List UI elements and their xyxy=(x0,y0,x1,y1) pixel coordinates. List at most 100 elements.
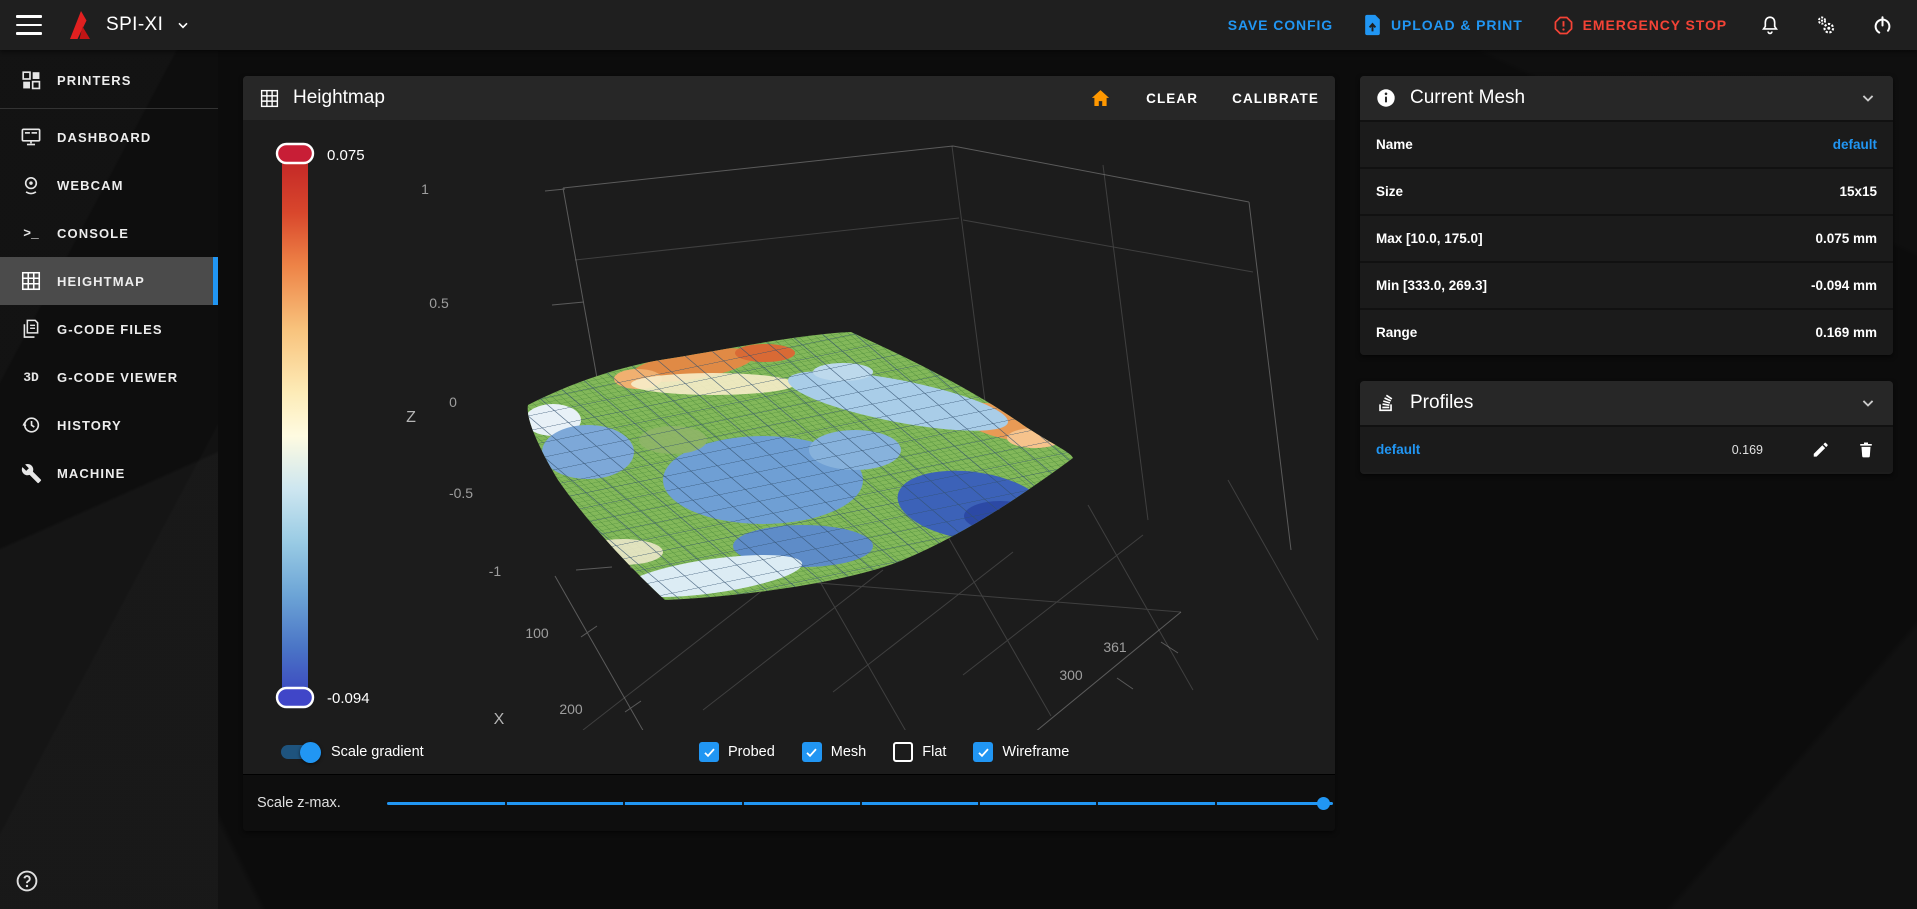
hamburger-icon[interactable] xyxy=(16,15,42,35)
chevron-down-icon xyxy=(175,17,191,33)
trash-icon[interactable] xyxy=(1855,439,1877,461)
home-icon[interactable] xyxy=(1089,88,1112,109)
colorbar-min-cap[interactable] xyxy=(277,688,313,707)
sidebar-item-label: HISTORY xyxy=(57,418,122,433)
profile-name-link[interactable]: default xyxy=(1376,442,1420,457)
slider-tick xyxy=(1096,801,1098,807)
checkbox-probed[interactable]: Probed xyxy=(699,742,775,762)
current-mesh-header[interactable]: Current Mesh xyxy=(1360,76,1893,120)
emergency-stop-button[interactable]: EMERGENCY STOP xyxy=(1553,15,1727,36)
sidebar-item-heightmap[interactable]: HEIGHTMAP xyxy=(0,257,218,305)
gears-icon[interactable] xyxy=(1813,12,1839,38)
clear-button[interactable]: CLEAR xyxy=(1146,91,1198,106)
upload-print-label: UPLOAD & PRINT xyxy=(1391,17,1523,33)
panel-title: Profiles xyxy=(1410,392,1473,414)
sidebar-item-history[interactable]: HISTORY xyxy=(0,401,218,449)
z-axis-label: Z xyxy=(406,409,416,426)
gcode-viewer-icon: 3D xyxy=(19,370,43,385)
slider-tick xyxy=(623,801,625,807)
pencil-icon[interactable] xyxy=(1809,439,1831,461)
power-icon[interactable] xyxy=(1869,12,1895,38)
chevron-down-icon[interactable] xyxy=(1858,393,1878,413)
mesh-row-size: Size 15x15 xyxy=(1360,167,1893,214)
plot-controls-row: Scale gradient Probed Mesh Flat xyxy=(243,730,1335,774)
upload-print-button[interactable]: UPLOAD & PRINT xyxy=(1363,14,1523,36)
notifications-icon[interactable] xyxy=(1757,12,1783,38)
checkbox-checked-icon[interactable] xyxy=(973,742,993,762)
slider-tick xyxy=(978,801,980,807)
sidebar-item-machine[interactable]: MACHINE xyxy=(0,449,218,497)
current-mesh-panel: Current Mesh Name default Size 15x15 Max… xyxy=(1360,76,1893,355)
profile-row-default[interactable]: default 0.169 xyxy=(1360,425,1893,472)
save-config-label: SAVE CONFIG xyxy=(1228,17,1333,33)
scale-z-label: Scale z-max. xyxy=(257,795,341,811)
checkbox-mesh[interactable]: Mesh xyxy=(802,742,866,762)
row-label: Max [10.0, 175.0] xyxy=(1376,231,1483,246)
toggle-track[interactable] xyxy=(281,745,318,759)
machine-name: SPI-XI xyxy=(106,14,163,36)
checkbox-label: Probed xyxy=(728,744,775,760)
grid-icon xyxy=(259,88,280,109)
wrench-icon xyxy=(19,463,43,484)
row-value: 0.169 mm xyxy=(1815,325,1877,340)
save-config-button[interactable]: SAVE CONFIG xyxy=(1228,17,1333,33)
sidebar-item-gcode-viewer[interactable]: 3D G-CODE VIEWER xyxy=(0,353,218,401)
x-axis-label: X xyxy=(494,711,505,728)
checkbox-label: Mesh xyxy=(831,744,866,760)
toggle-knob[interactable] xyxy=(300,742,321,763)
z-tick: 0 xyxy=(449,394,457,410)
scale-z-slider[interactable] xyxy=(387,796,1333,810)
scale-gradient-label: Scale gradient xyxy=(331,744,424,760)
row-value: 15x15 xyxy=(1839,184,1877,199)
checkbox-unchecked-icon[interactable] xyxy=(893,742,913,762)
profiles-header[interactable]: Profiles xyxy=(1360,381,1893,425)
heightmap-card-header: Heightmap CLEAR CALIBRATE xyxy=(243,76,1335,120)
checkbox-checked-icon[interactable] xyxy=(699,742,719,762)
sidebar-item-console[interactable]: >_ CONSOLE xyxy=(0,209,218,257)
layer-checkboxes: Probed Mesh Flat Wireframe xyxy=(699,742,1069,762)
app-bar: SPI-XI SAVE CONFIG UPLOAD & PRINT xyxy=(0,0,1917,50)
scale-z-row: Scale z-max. xyxy=(243,774,1335,831)
y-tick: 361 xyxy=(1103,639,1127,655)
calibrate-button[interactable]: CALIBRATE xyxy=(1232,91,1319,106)
machine-selector[interactable]: SPI-XI xyxy=(66,9,191,41)
sidebar-item-label: PRINTERS xyxy=(57,73,132,88)
heightmap-surface xyxy=(493,300,1113,630)
chevron-down-icon[interactable] xyxy=(1858,88,1878,108)
brand-logo-icon xyxy=(66,9,96,41)
checkbox-wireframe[interactable]: Wireframe xyxy=(973,742,1069,762)
z-tick: -1 xyxy=(489,563,502,579)
row-value[interactable]: default xyxy=(1833,137,1877,152)
x-tick: 100 xyxy=(525,625,549,641)
gcode-files-icon xyxy=(19,318,43,340)
scale-gradient-toggle[interactable]: Scale gradient xyxy=(281,744,424,760)
mesh-row-range: Range 0.169 mm xyxy=(1360,308,1893,355)
alert-octagon-icon xyxy=(1553,15,1574,36)
sidebar-item-webcam[interactable]: WEBCAM xyxy=(0,161,218,209)
help-circle-icon[interactable] xyxy=(15,869,39,893)
dashboard-monitor-icon xyxy=(19,126,43,148)
webcam-icon xyxy=(19,174,43,196)
row-value: 0.075 mm xyxy=(1815,231,1877,246)
row-label: Size xyxy=(1376,184,1403,199)
info-icon xyxy=(1375,87,1397,109)
heightmap-3d-plot[interactable]: 1 0.5 0 -0.5 -1 100 200 361 300 Z X 0.07… xyxy=(243,120,1335,730)
history-clock-icon xyxy=(19,414,43,436)
sidebar-item-label: DASHBOARD xyxy=(57,130,151,145)
colorbar-max-label: 0.075 xyxy=(327,147,365,164)
heightmap-card: Heightmap CLEAR CALIBRATE xyxy=(243,76,1335,831)
sidebar-item-dashboard[interactable]: DASHBOARD xyxy=(0,113,218,161)
sidebar-item-gcode-files[interactable]: G-CODE FILES xyxy=(0,305,218,353)
y-tick: 300 xyxy=(1059,667,1083,683)
colorbar-max-cap[interactable] xyxy=(277,144,313,163)
sidebar-item-printers[interactable]: PRINTERS xyxy=(0,56,218,104)
z-tick: -0.5 xyxy=(449,485,473,501)
checkbox-checked-icon[interactable] xyxy=(802,742,822,762)
page-title: Heightmap xyxy=(293,87,385,109)
checkbox-flat[interactable]: Flat xyxy=(893,742,946,762)
slider-tick xyxy=(860,801,862,807)
slider-tick xyxy=(742,801,744,807)
mesh-row-min: Min [333.0, 269.3] -0.094 mm xyxy=(1360,261,1893,308)
slider-thumb[interactable] xyxy=(1317,797,1330,810)
slider-tick xyxy=(1215,801,1217,807)
